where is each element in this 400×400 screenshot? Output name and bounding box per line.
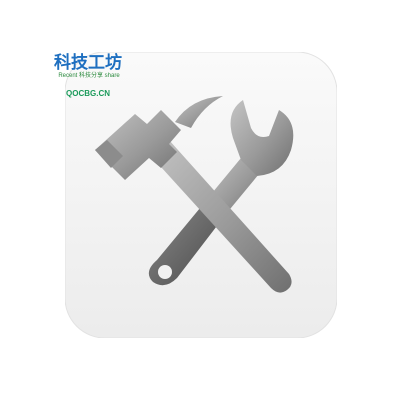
canvas: 科技工坊 Recent 科技分享 share QOCBG.CN — [0, 0, 400, 400]
watermark-url: QOCBG.CN — [66, 89, 110, 98]
watermark-title: 科技工坊 — [54, 53, 122, 72]
watermark-subtitle: Recent 科技分享 share — [58, 73, 120, 79]
watermark-logo: 科技工坊 Recent 科技分享 share QOCBG.CN — [46, 44, 130, 106]
